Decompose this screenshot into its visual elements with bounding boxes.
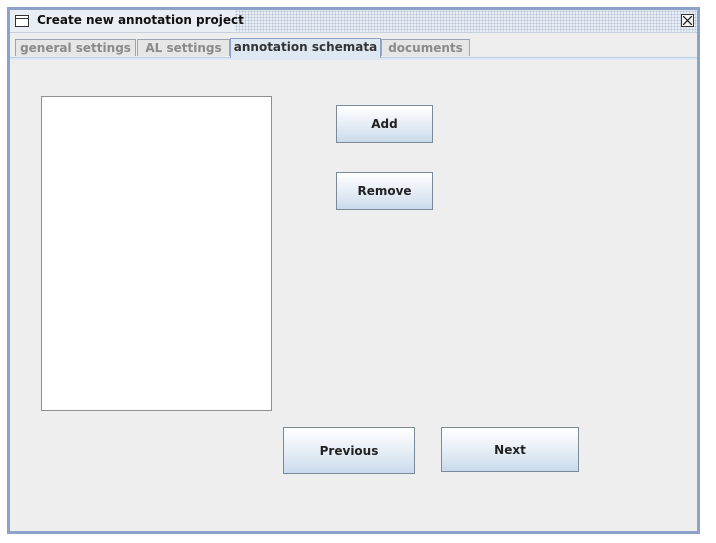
previous-button[interactable]: Previous — [283, 427, 415, 474]
tab-documents[interactable]: documents — [381, 39, 470, 56]
tab-annotation-schemata[interactable]: annotation schemata — [230, 38, 381, 58]
schemata-list[interactable] — [41, 96, 272, 411]
tab-strip: general settings AL settings annotation … — [10, 36, 697, 58]
window-icon — [15, 15, 29, 27]
next-button[interactable]: Next — [441, 427, 579, 472]
close-icon — [683, 16, 692, 25]
close-button[interactable] — [681, 14, 694, 27]
tab-al-settings[interactable]: AL settings — [137, 39, 230, 56]
dialog-window: Create new annotation project general se… — [7, 7, 700, 534]
remove-button[interactable]: Remove — [336, 172, 433, 210]
title-bar[interactable]: Create new annotation project — [10, 10, 697, 33]
add-button[interactable]: Add — [336, 105, 433, 143]
window-title: Create new annotation project — [37, 13, 244, 27]
tab-general-settings[interactable]: general settings — [15, 39, 136, 56]
